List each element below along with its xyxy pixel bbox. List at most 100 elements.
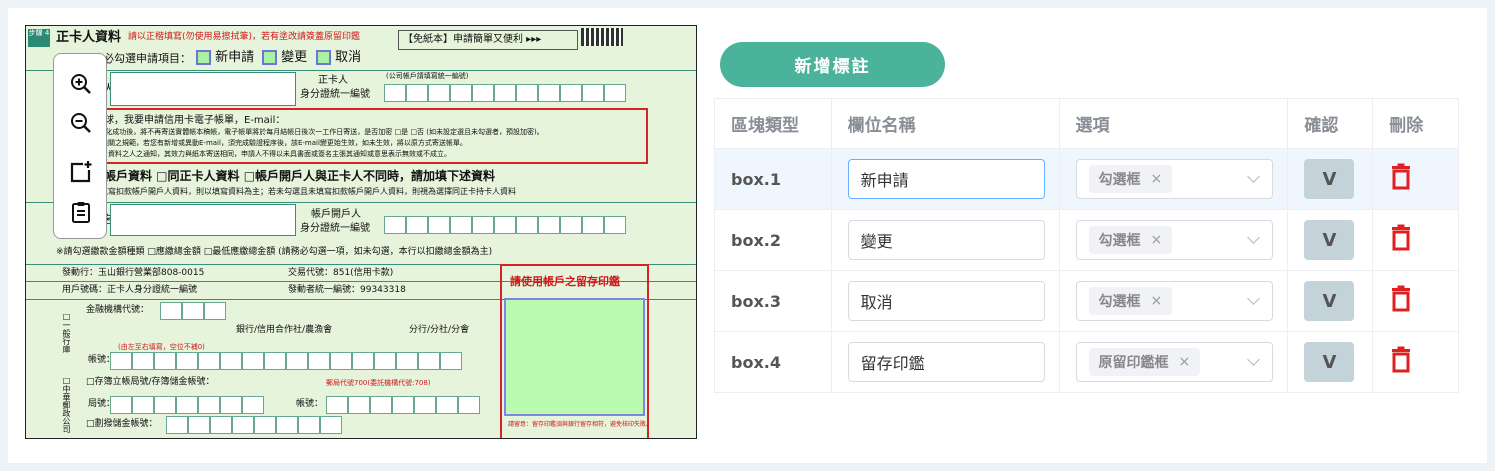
pay-type: ※請勾選繳款金額種類 □應繳總金額 □最低應繳總金額 (請務必勾選一項，如未勾選… [56,247,493,257]
option-tag-label: 原留印鑑框 [1098,355,1169,371]
id-hint: (公司帳戶請填寫統一編號) [386,72,469,80]
email-note-1: 單e化成功後，將不再寄送實體帳本稿帳，電子帳單將於每月結帳日後次一工作日寄送，是… [94,128,544,136]
zoom-in-icon[interactable] [67,70,95,98]
trash-glyph [1392,346,1411,373]
chevron-down-icon[interactable] [1246,170,1260,183]
postal-acct-cells [326,396,480,414]
option-new-label: 新申請 [215,50,255,65]
option-select[interactable]: 勾選框 × [1075,281,1273,321]
tag-close-icon[interactable]: × [1151,232,1163,248]
payer-name-box [110,204,296,236]
option-select[interactable]: 勾選框 × [1075,220,1273,260]
option-new: 新申請 [196,50,254,65]
confirm-button[interactable]: V [1304,220,1355,260]
checkbox-cancel [316,50,331,65]
checkbox-new [196,50,211,65]
trash-icon[interactable] [1389,285,1413,313]
option-tag: 原留印鑑框 × [1088,348,1201,376]
confirm-cell: V [1287,209,1374,271]
option-change: 變更 [262,50,307,65]
zoom-in-glyph [71,74,91,94]
confirm-button[interactable]: V [1304,342,1355,382]
header-block-type: 區塊類型 [714,98,832,149]
option-cell: 勾選框 × [1058,148,1289,210]
step-badge: 步驟 4 [28,29,50,47]
field-name-input[interactable] [847,220,1045,260]
image-toolbar [53,53,107,239]
postal-acct-label: 帳號： [296,399,324,409]
trash-icon[interactable] [1389,346,1413,374]
chevron-down-icon[interactable] [1246,231,1260,244]
trash-glyph [1392,285,1411,312]
option-cell: 勾選框 × [1058,209,1289,271]
table-row: box.3 勾選框 × V [714,270,1459,332]
form-document-preview[interactable]: 步驟 4 正卡人資料 請以正楷填寫(勿使用易擦拭筆)，若有塗改請簽蓋原留印鑑 【… [25,25,697,439]
issuer: 發動行：玉山銀行營業部808-0015 [62,268,205,278]
trash-icon[interactable] [1389,224,1413,252]
option-cell: 原留印鑑框 × [1058,331,1289,393]
qr-code [581,28,623,46]
trash-icon[interactable] [1389,163,1413,191]
issuer-id: 發動者統一編號：99343318 [288,285,406,295]
account-no-cells [110,352,462,370]
header-confirm: 確認 [1287,98,1374,149]
side-post: □中華郵政公司 [62,376,71,433]
table-row: box.4 原留印鑑框 × V [714,331,1459,393]
side-bank: □一般行庫 [62,312,71,353]
table-header-row: 區塊類型 欄位名稱 選項 確認 刪除 [714,98,1459,149]
option-cancel-label: 取消 [335,50,362,65]
tag-close-icon[interactable]: × [1151,293,1163,309]
id-cells [384,84,626,102]
email-note-3: 帳戶資料之人之通知，其效力與紙本寄送相同，申請人不得以未具書面或簽名主張其通知或… [94,150,451,158]
payer-id-2: 身分證統一編號 [300,223,370,234]
seal-box[interactable] [504,298,645,416]
add-annotation-button[interactable]: 新增標註 [720,42,945,87]
option-cancel: 取消 [316,50,361,65]
bank-code-cells [160,302,226,320]
option-tag: 勾選框 × [1088,226,1173,254]
clipboard-glyph [72,202,90,223]
confirm-button[interactable]: V [1304,281,1355,321]
zoom-out-icon[interactable] [67,109,95,137]
table-row: box.2 勾選框 × V [714,209,1459,271]
fill-note: (由左至右填寫，空位不補0) [118,343,205,351]
tag-close-icon[interactable]: × [1179,354,1191,370]
block-type-label: box.2 [731,230,781,250]
email-line: 地球，我要申請信用卡電子帳單，E-mail： [94,115,286,126]
email-note-2: 資機關之規範，若您有新增或異動E-mail，須完成驗證程序後，該E-mail變更… [94,139,467,147]
block-type-cell: box.4 [714,331,832,393]
trash-glyph [1392,163,1411,190]
tag-close-icon[interactable]: × [1151,171,1163,187]
checkbox-change [262,50,277,65]
option-change-label: 變更 [281,50,308,65]
chevron-down-icon[interactable] [1246,353,1260,366]
account-options: 款帳戶資料 □同正卡人資料 □帳戶開戶人與正卡人不同時，請加填下述資料 [92,169,496,183]
option-select[interactable]: 原留印鑑框 × [1075,342,1273,382]
zoom-out-glyph [71,113,91,133]
delete-cell [1372,148,1459,210]
confirm-button[interactable]: V [1304,159,1355,199]
option-tag-label: 勾選框 [1098,233,1141,249]
field-name-input[interactable] [847,159,1045,199]
option-tag: 勾選框 × [1088,287,1173,315]
account-note: 有填寫扣款帳戶開戶人資料，則以填寫資料為主；若未勾選且未填寫扣款帳戶開戶人資料，… [92,187,516,196]
giro-cells [166,416,342,434]
confirm-cell: V [1287,270,1374,332]
branch-suffix: 分行/分社/分會 [409,325,470,335]
clipboard-icon[interactable] [67,198,95,226]
doc-title-note: 請以正楷填寫(勿使用易擦拭筆)，若有塗改請簽蓋原留印鑑 [128,32,361,42]
option-select[interactable]: 勾選框 × [1075,159,1273,199]
option-tag: 勾選框 × [1088,165,1173,193]
holder-name-box [110,72,296,106]
seal-title: 請使用帳戶之留存印鑑 [510,275,620,288]
confirm-cell: V [1287,148,1374,210]
field-name-input[interactable] [847,342,1045,382]
paperless-note: 【免紙本】申請簡單又便利 ▸▸▸ [398,30,578,50]
header-delete: 刪除 [1372,98,1459,149]
block-type-cell: box.2 [714,209,832,271]
block-type-label: box.1 [731,169,781,189]
field-name-input[interactable] [847,281,1045,321]
chevron-down-icon[interactable] [1246,292,1260,305]
add-crop-icon[interactable] [67,158,95,186]
confirm-cell: V [1287,331,1374,393]
